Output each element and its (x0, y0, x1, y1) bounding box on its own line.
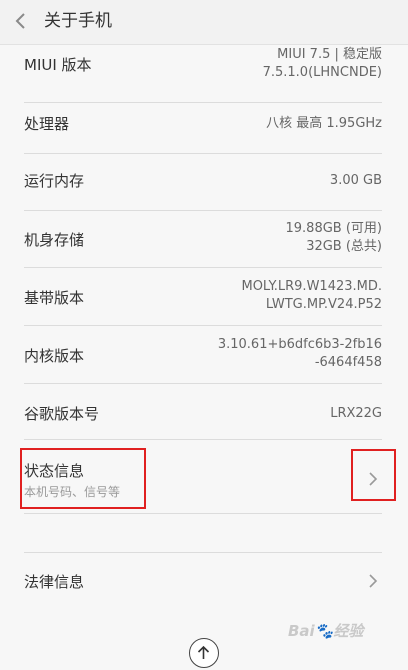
settings-row-storage[interactable]: 机身存储 19.88GB (可用) 32GB (总共) (24, 211, 382, 268)
highlight-box-chevron (351, 449, 396, 501)
title-bar: 关于手机 (0, 0, 408, 45)
settings-row-kernel[interactable]: 内核版本 3.10.61+b6dfc6b3-2fb16 -6464f458 (24, 326, 382, 384)
settings-row-legal-info[interactable]: 法律信息 (24, 552, 382, 611)
paw-icon: 🐾 (314, 622, 334, 640)
row-label: 处理器 (24, 115, 70, 133)
arrow-up-icon (197, 645, 210, 659)
row-value: 八核 最高 1.95GHz (266, 116, 382, 131)
back-arrow-icon[interactable] (14, 10, 34, 34)
row-value-line2: 7.5.1.0(LHNCNDE) (262, 65, 382, 80)
watermark-text2: 经验 (333, 622, 364, 640)
watermark-text: Bai (288, 622, 315, 640)
row-value-line1: 3.10.61+b6dfc6b3-2fb16 (217, 337, 382, 352)
highlight-box-label (20, 448, 146, 509)
row-label: 法律信息 (24, 573, 85, 591)
row-value-line1: MOLY.LR9.W1423.MD. (241, 279, 382, 294)
row-value-line2: LWTG.MP.V24.P52 (265, 297, 382, 312)
row-value-line2: -6464f458 (314, 355, 382, 370)
row-label: 谷歌版本号 (24, 405, 100, 423)
settings-row-processor[interactable]: 处理器 八核 最高 1.95GHz (24, 103, 382, 154)
row-value-line1: MIUI 7.5 | 稳定版 (277, 47, 382, 62)
settings-row-google-version[interactable]: 谷歌版本号 LRX22G (24, 384, 382, 440)
settings-row-ram[interactable]: 运行内存 3.00 GB (24, 154, 382, 211)
scroll-to-top-button[interactable] (189, 638, 219, 668)
row-value-line1: 19.88GB (可用) (285, 221, 383, 236)
row-value: 3.00 GB (329, 173, 382, 188)
row-value-line2: 32GB (总共) (306, 239, 382, 254)
row-label: MIUI 版本 (24, 56, 92, 74)
chevron-right-icon (366, 571, 380, 591)
settings-row-miui-version[interactable]: MIUI 版本 MIUI 7.5 | 稳定版 7.5.1.0(LHNCNDE) (24, 44, 382, 103)
settings-row-baseband[interactable]: 基带版本 MOLY.LR9.W1423.MD. LWTG.MP.V24.P52 (24, 268, 382, 326)
page-title: 关于手机 (44, 11, 112, 31)
row-label: 机身存储 (24, 231, 85, 249)
baidu-watermark: Bai🐾经验 (288, 620, 363, 641)
row-label: 基带版本 (24, 289, 85, 307)
row-label: 运行内存 (24, 172, 85, 190)
row-value: LRX22G (330, 406, 382, 421)
row-label: 内核版本 (24, 347, 85, 365)
